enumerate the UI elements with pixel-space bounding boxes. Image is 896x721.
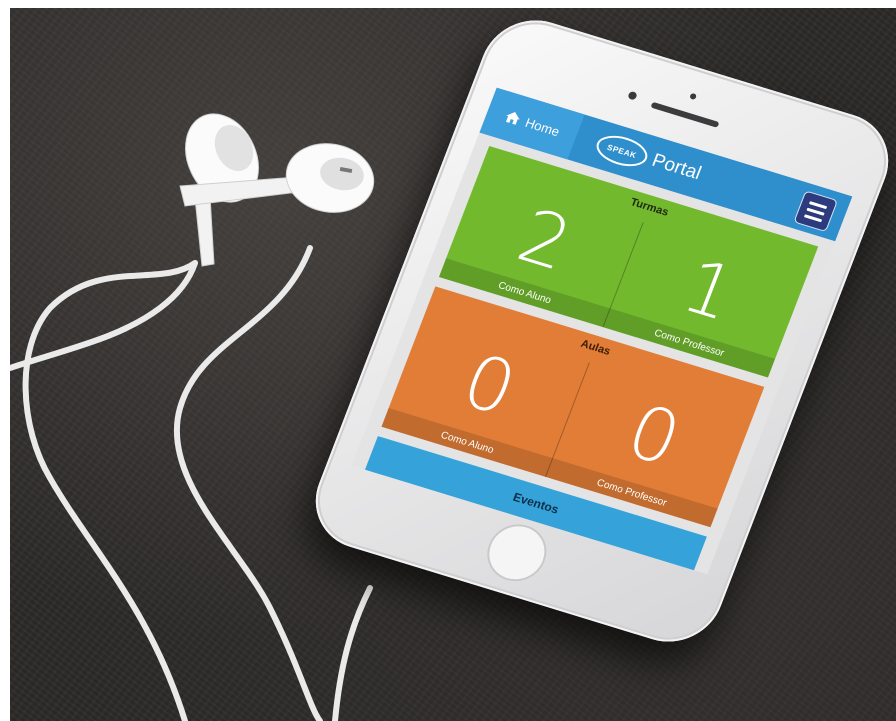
home-link-label: Home xyxy=(523,114,562,139)
aulas-professor-count: 0 xyxy=(615,388,692,483)
portal-title: Portal xyxy=(648,150,704,185)
menu-line xyxy=(809,200,828,209)
speak-logo: SPEAK xyxy=(592,130,652,172)
earphone-cable-left xyxy=(22,260,198,721)
phone-cable xyxy=(332,585,373,721)
menu-line xyxy=(804,213,823,222)
aulas-aluno-count: 0 xyxy=(451,338,528,433)
home-icon xyxy=(505,111,520,125)
hamburger-menu-icon[interactable] xyxy=(793,190,839,233)
photo-background: Home SPEAK Portal Turmas 2 Como Aluno 1 … xyxy=(10,8,896,721)
menu-line xyxy=(806,207,825,216)
turmas-aluno-count: 2 xyxy=(506,193,583,288)
earphone-cable-right xyxy=(173,245,323,721)
turmas-professor-count: 1 xyxy=(671,243,748,338)
